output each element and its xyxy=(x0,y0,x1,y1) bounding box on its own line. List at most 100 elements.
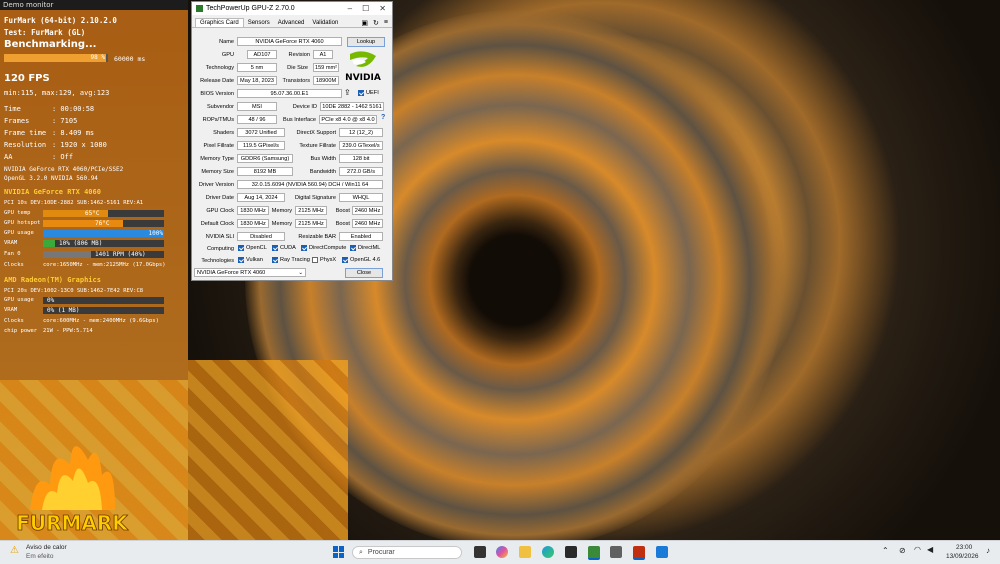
test-name: Test: FurMark (GL) xyxy=(4,28,86,37)
vulkan-checkbox[interactable]: Vulkan xyxy=(238,257,263,263)
gpu1-hotspot-bar: 76°C xyxy=(43,220,164,227)
gpu-clock-value: 1830 MHz xyxy=(237,206,269,215)
share-icon[interactable]: ⇪ xyxy=(344,88,351,97)
gpu1-vram-label: VRAM xyxy=(4,240,18,246)
bandwidth-value: 272.0 GB/s xyxy=(339,167,383,176)
gpu1-name: NVIDIA GeForce RTX 4060 xyxy=(4,188,101,196)
sli-label: NVIDIA SLI xyxy=(205,234,234,240)
stat-value: : 7105 xyxy=(52,117,78,125)
svg-text:FURMARK: FURMARK xyxy=(16,511,129,535)
name-value: NVIDIA GeForce RTX 4060 xyxy=(237,37,342,46)
file-explorer-icon[interactable] xyxy=(519,546,531,558)
notification-title[interactable]: Aviso de calor xyxy=(26,544,67,551)
uefi-checkbox[interactable]: UEFI xyxy=(358,90,379,96)
opencl-checkbox[interactable]: OpenCL xyxy=(238,245,267,251)
digital-signature-value: WHQL xyxy=(339,193,383,202)
edge-icon[interactable] xyxy=(542,546,554,558)
tab-sensors[interactable]: Sensors xyxy=(244,19,274,27)
gpu-select[interactable]: NVIDIA GeForce RTX 4060 ⌄ xyxy=(194,268,306,277)
volume-icon[interactable]: ◀ xyxy=(927,545,933,554)
app-name: FurMark (64-bit) 2.10.2.0 xyxy=(4,16,117,25)
gpuz-tabs: Graphics Card Sensors Advanced Validatio… xyxy=(192,15,392,28)
app-taskbar-icon[interactable] xyxy=(610,546,622,558)
bios-value: 95.07.36.00.E1 xyxy=(237,89,342,98)
directml-checkbox[interactable]: DirectML xyxy=(350,245,380,251)
stat-value: : 1920 x 1080 xyxy=(52,141,107,149)
technologies-label: Technologies xyxy=(201,258,234,264)
fps-value: 120 FPS xyxy=(4,73,50,84)
opengl-version: OpenGL 3.2.0 NVIDIA 560.94 xyxy=(4,175,98,182)
gpuz-taskbar-icon[interactable] xyxy=(588,546,600,560)
network-icon[interactable]: ⊘ xyxy=(899,546,906,555)
floor-tiles xyxy=(188,360,348,540)
directcompute-checkbox[interactable]: DirectCompute xyxy=(301,245,346,251)
gpuz-window[interactable]: TechPowerUp GPU-Z 2.70.0 – ☐ ✕ Graphics … xyxy=(191,1,393,281)
benchmark-status: Benchmarking... xyxy=(4,39,97,50)
demo-monitor-panel: Demo monitor FurMark (64-bit) 2.10.2.0 T… xyxy=(0,0,188,540)
start-button[interactable] xyxy=(333,546,345,558)
gpu1-vram-bar: 10% (806 MB) xyxy=(43,240,164,247)
pixel-fillrate-value: 119.5 GPixel/s xyxy=(237,141,285,150)
chevron-up-icon[interactable]: ⌃ xyxy=(882,546,889,555)
tab-advanced[interactable]: Advanced xyxy=(274,19,309,27)
warning-icon[interactable]: ⚠ xyxy=(10,545,19,556)
copilot-icon[interactable] xyxy=(496,546,508,558)
gpu2-pci: PCI 20s DEV:1002-13C0 SUB:1462-7E42 REV:… xyxy=(4,288,144,294)
device-id-value: 10DE 2882 - 1462 5161 xyxy=(320,102,384,111)
gpu2-vram-label: VRAM xyxy=(4,307,18,313)
gpu2-clocks-value: core:600MHz - mem:2400MHz (9.6Gbps) xyxy=(43,318,159,324)
furmark-taskbar-icon[interactable] xyxy=(633,546,645,560)
tab-graphics-card[interactable]: Graphics Card xyxy=(195,18,244,27)
default-clock-value: 1830 MHz xyxy=(237,219,269,228)
wifi-icon[interactable]: ◠ xyxy=(914,545,921,554)
renderer: NVIDIA GeForce RTX 4060/PCIe/SSE2 xyxy=(4,166,124,173)
search-box[interactable]: ⌕ Procurar xyxy=(352,546,462,559)
stat-label: Frames xyxy=(4,117,30,125)
ray-tracing-checkbox[interactable]: Ray Tracing xyxy=(272,257,310,263)
lookup-button[interactable]: Lookup xyxy=(347,37,385,47)
menu-icon[interactable]: ≡ xyxy=(384,19,388,27)
driver-date-value: Aug 14, 2024 xyxy=(237,193,285,202)
cuda-checkbox[interactable]: CUDA xyxy=(272,245,296,251)
gpu2-usage-label: GPU usage xyxy=(4,297,34,303)
bandwidth-label: Bandwidth xyxy=(309,169,336,175)
task-view-icon[interactable] xyxy=(474,546,486,558)
default-clock-memory-value: 2125 MHz xyxy=(295,219,327,228)
progress-label: 98 % xyxy=(90,54,105,61)
close-button[interactable]: Close xyxy=(345,268,383,278)
memory-type-label: Memory Type xyxy=(200,156,234,162)
tab-validation[interactable]: Validation xyxy=(308,19,342,27)
gpu-clock-boost-label: Boost xyxy=(335,208,350,214)
close-icon[interactable]: ✕ xyxy=(379,4,386,13)
bios-label: BIOS Version xyxy=(200,91,234,97)
minimize-icon[interactable]: – xyxy=(348,4,352,13)
default-clock-label: Default Clock xyxy=(200,221,234,227)
die-size-label: Die Size xyxy=(287,65,308,71)
camera-icon[interactable]: ▣ xyxy=(361,19,368,27)
directx-value: 12 (12_2) xyxy=(339,128,383,137)
resizable-bar-value: Enabled xyxy=(339,232,383,241)
help-icon[interactable]: ? xyxy=(381,114,385,121)
opengl-checkbox[interactable]: OpenGL 4.6 xyxy=(342,257,380,263)
bell-icon[interactable]: ♪ xyxy=(986,546,990,555)
store-icon[interactable] xyxy=(565,546,577,558)
release-date-label: Release Date xyxy=(200,78,234,84)
device-id-label: Device ID xyxy=(292,104,317,110)
gpu-clock-boost-value: 2460 MHz xyxy=(352,206,383,215)
monitor-taskbar-icon[interactable] xyxy=(656,546,668,558)
nvidia-logo: NVIDIA xyxy=(345,51,381,83)
name-label: Name xyxy=(219,39,234,45)
gpu1-temp-label: GPU temp xyxy=(4,210,31,216)
stat-value: : Off xyxy=(52,153,74,161)
gpu2-clocks-label: Clocks xyxy=(4,318,24,324)
clock-time[interactable]: 23:00 xyxy=(956,544,972,551)
gpuz-titlebar[interactable]: TechPowerUp GPU-Z 2.70.0 – ☐ ✕ xyxy=(192,2,392,15)
benchmark-progress-bar: 98 % xyxy=(4,54,108,62)
gpu2-power-value: 21W - PPW:5.714 xyxy=(43,328,93,334)
maximize-icon[interactable]: ☐ xyxy=(362,4,369,13)
physx-checkbox[interactable]: PhysX xyxy=(312,257,336,263)
stat-label: Resolution xyxy=(4,141,47,149)
refresh-icon[interactable]: ↻ xyxy=(373,19,379,27)
clock-date[interactable]: 13/09/2026 xyxy=(946,553,979,560)
gpu1-usage-label: GPU usage xyxy=(4,230,34,236)
